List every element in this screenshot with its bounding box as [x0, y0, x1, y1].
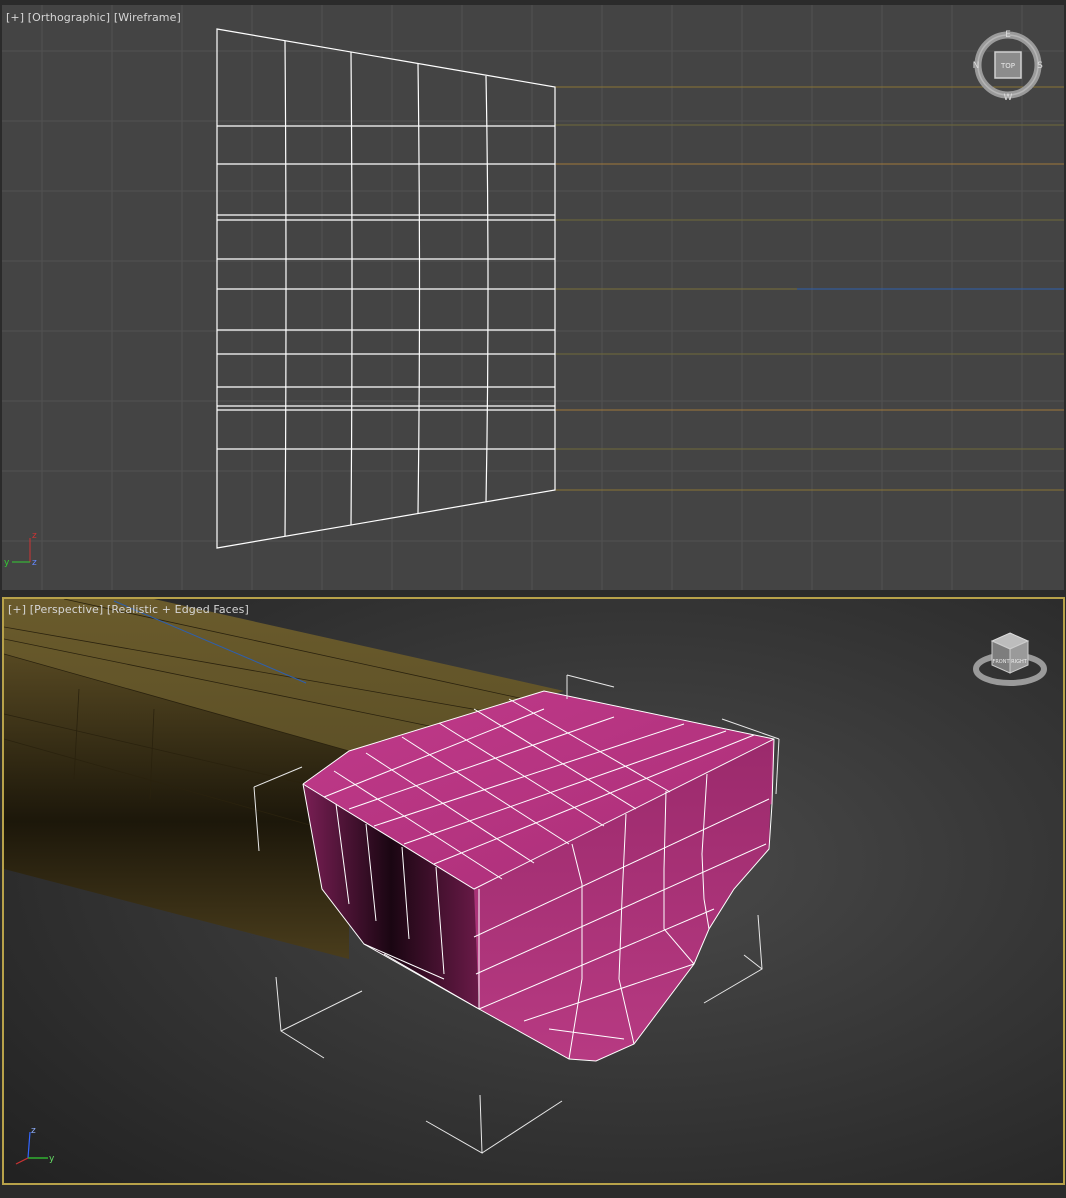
viewcube-compass[interactable]: TOP E N S W	[968, 25, 1050, 107]
perspective-canvas[interactable]	[4, 599, 1063, 1183]
viewport-point-of-view-menu[interactable]: [Orthographic]	[28, 11, 110, 24]
ortho-grid	[2, 5, 1064, 590]
axis-y-label: y	[49, 1154, 55, 1164]
viewport-shading-menu[interactable]: [Wireframe]	[114, 11, 181, 24]
ortho-axis-tripod: z y z	[4, 531, 37, 568]
orthographic-viewport[interactable]: [+] [Orthographic] [Wireframe] TOP E N S…	[2, 5, 1064, 590]
orthographic-canvas[interactable]	[2, 5, 1064, 590]
handle-edges	[555, 86, 1064, 491]
axis-x-line	[15, 1157, 29, 1165]
axis-x-label: z	[32, 558, 37, 568]
compass-west-label: W	[1004, 93, 1013, 103]
viewcube[interactable]: FRONT RIGHT	[970, 625, 1050, 695]
viewcube-face-label: TOP	[1000, 62, 1015, 70]
viewcube-right-label: RIGHT	[1011, 659, 1028, 665]
perspective-axis-tripod: z y	[15, 1126, 55, 1165]
axis-y-label: y	[4, 558, 10, 568]
perspective-viewport[interactable]: [+] [Perspective] [Realistic + Edged Fac…	[2, 597, 1065, 1185]
viewport-point-of-view-menu[interactable]: [Perspective]	[30, 603, 104, 616]
ortho-viewport-label: [+] [Orthographic] [Wireframe]	[6, 11, 181, 24]
compass-east-label: E	[1005, 30, 1011, 40]
perspective-viewport-label: [+] [Perspective] [Realistic + Edged Fac…	[8, 603, 249, 616]
axis-z-label: z	[32, 531, 37, 541]
viewport-menu-plus[interactable]: [+]	[8, 603, 26, 616]
viewcube-front-label: FRONT	[992, 659, 1010, 665]
viewport-menu-plus[interactable]: [+]	[6, 11, 24, 24]
wireframe-mesh[interactable]	[216, 28, 556, 549]
axis-z-line	[27, 1131, 31, 1159]
viewport-shading-menu[interactable]: [Realistic + Edged Faces]	[107, 603, 249, 616]
compass-south-label: S	[1037, 61, 1043, 71]
compass-north-label: N	[973, 61, 980, 71]
axis-z-label: z	[31, 1126, 36, 1136]
